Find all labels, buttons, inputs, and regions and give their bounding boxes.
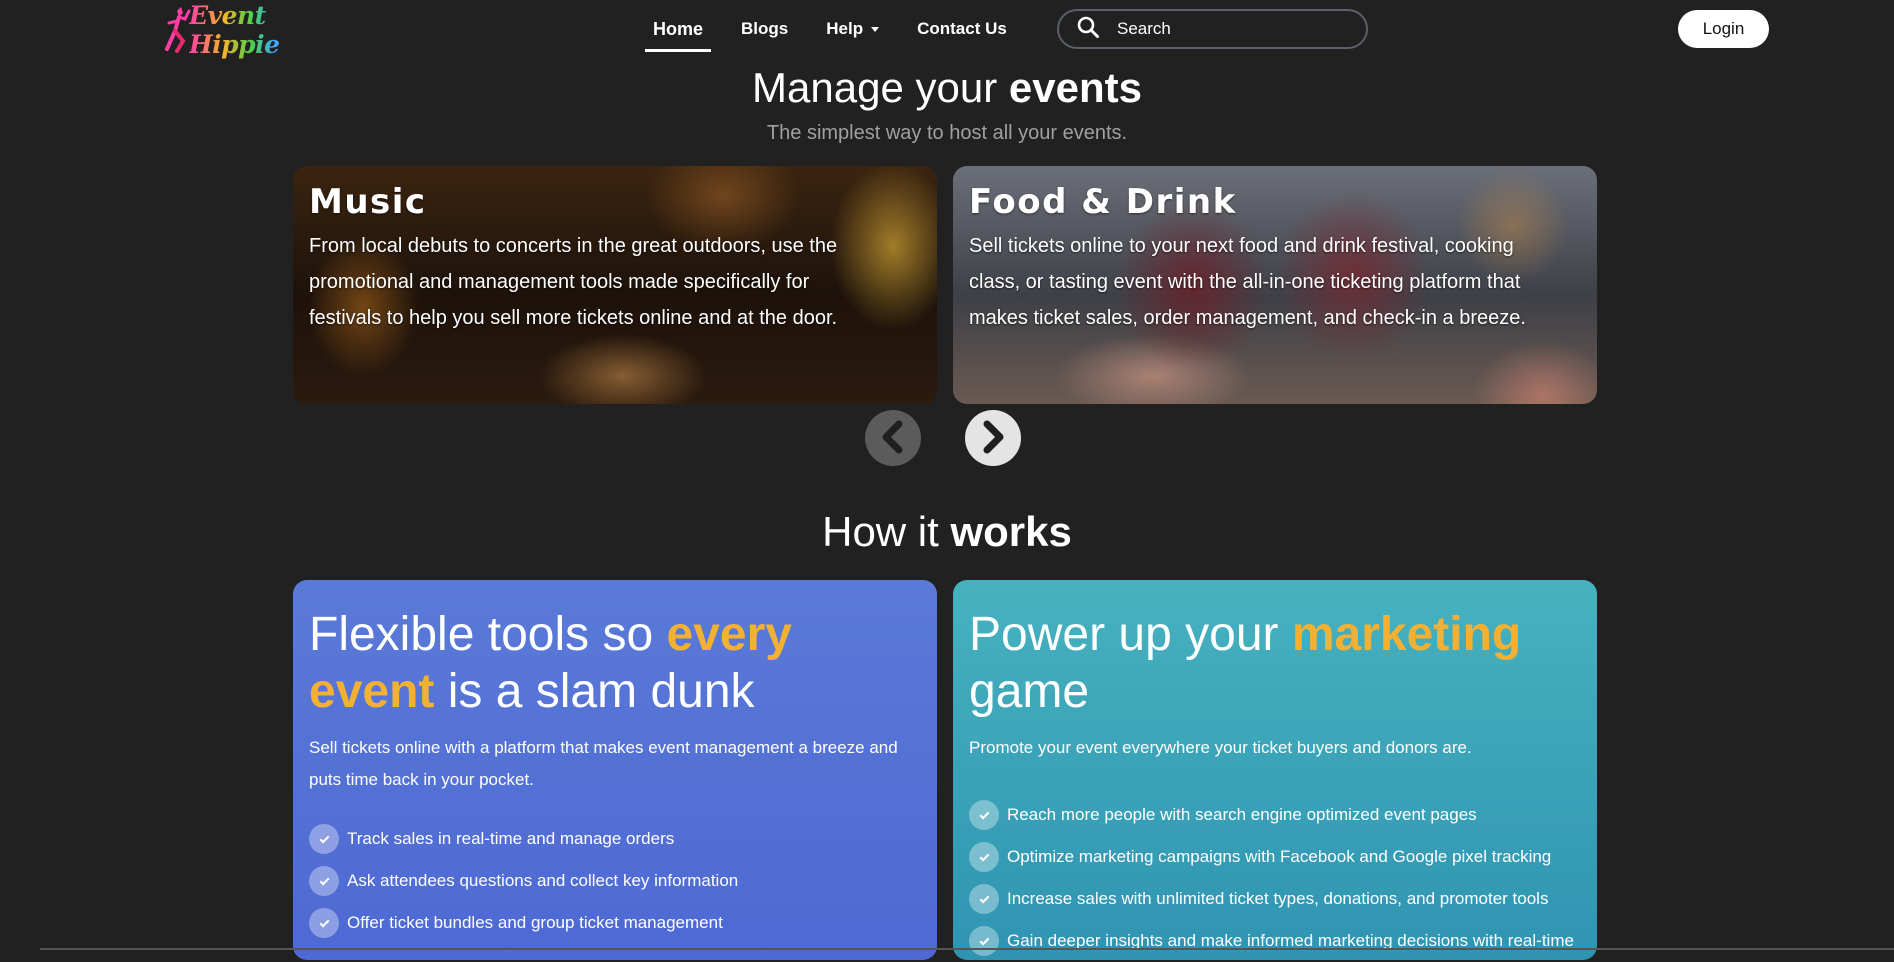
category-card-text: From local debuts to concerts in the gre… — [309, 235, 838, 329]
check-icon — [969, 800, 999, 830]
caret-down-icon — [871, 26, 880, 32]
check-icon — [309, 866, 339, 896]
nav-link-help[interactable]: Help — [818, 0, 887, 58]
how-it-works-title: How it works — [0, 508, 1894, 556]
brand-logo[interactable]: Event Hippie — [163, 1, 303, 59]
check-icon — [309, 908, 339, 938]
nav-link-contact[interactable]: Contact Us — [909, 0, 1015, 58]
check-icon — [969, 842, 999, 872]
feature-heading-pre: Power up your — [969, 608, 1292, 661]
feature-card-marketing: Power up your marketing game Promote you… — [953, 580, 1597, 960]
carousel-next-button[interactable] — [965, 410, 1021, 466]
feature-list-item: Track sales in real-time and manage orde… — [309, 818, 921, 860]
feature-list-item: Reach more people with search engine opt… — [969, 794, 1581, 836]
category-card-food-drink[interactable]: Food & Drink Sell tickets online to your… — [953, 166, 1597, 404]
check-icon — [309, 824, 339, 854]
top-navbar: Event Hippie Home Blogs Help Contact Us … — [0, 0, 1894, 59]
feature-heading-pre: Flexible tools so — [309, 608, 667, 661]
search-input[interactable] — [1117, 19, 1347, 39]
category-card-music[interactable]: Music From local debuts to concerts in t… — [293, 166, 937, 404]
brand-name: Event Hippie — [189, 1, 303, 59]
feature-list-item: Increase sales with unlimited ticket typ… — [969, 878, 1581, 920]
hero-title-prefix: Manage your — [752, 64, 998, 111]
feature-item-text: Track sales in real-time and manage orde… — [347, 829, 675, 848]
nav-link-help-label: Help — [826, 19, 864, 38]
check-icon — [969, 884, 999, 914]
feature-heading-highlight: marketing — [1291, 608, 1522, 661]
feature-heading-post: is a slam dunk — [434, 665, 755, 718]
feature-item-text: Ask attendees questions and collect key … — [347, 871, 739, 890]
feature-list: Reach more people with search engine opt… — [969, 794, 1581, 962]
feature-heading: Power up your marketing game — [969, 606, 1581, 720]
dancer-icon — [163, 5, 193, 55]
feature-item-text: Increase sales with unlimited ticket typ… — [1007, 889, 1549, 908]
feature-heading-post: game — [969, 665, 1090, 718]
nav-link-home[interactable]: Home — [645, 0, 712, 58]
chevron-right-icon — [978, 420, 1008, 457]
feature-list: Track sales in real-time and manage orde… — [309, 818, 921, 944]
hero-title: Manage your events — [0, 64, 1894, 112]
feature-item-text: Optimize marketing campaigns with Facebo… — [1007, 847, 1552, 866]
feature-item-text: Offer ticket bundles and group ticket ma… — [347, 913, 723, 932]
nav-link-blogs[interactable]: Blogs — [733, 0, 796, 58]
category-card-title: Music — [309, 182, 427, 222]
feature-item-text: Reach more people with search engine opt… — [1007, 805, 1477, 824]
feature-heading: Flexible tools so every event is a slam … — [309, 606, 921, 720]
feature-list-item: Offer ticket bundles and group ticket ma… — [309, 902, 921, 944]
chevron-left-icon — [878, 420, 908, 457]
hero-title-bold: events — [1008, 64, 1142, 111]
check-icon — [969, 926, 999, 956]
feature-card-flexible-tools: Flexible tools so every event is a slam … — [293, 580, 937, 960]
how-title-prefix: How it — [822, 508, 939, 555]
feature-description: Promote your event everywhere your ticke… — [969, 738, 1472, 757]
horizontal-scrollbar[interactable] — [40, 948, 1894, 950]
feature-list-item: Ask attendees questions and collect key … — [309, 860, 921, 902]
main-nav: Home Blogs Help Contact Us — [645, 0, 1015, 58]
how-title-bold: works — [950, 508, 1072, 555]
search-icon — [1077, 16, 1099, 43]
feature-list-item: Optimize marketing campaigns with Facebo… — [969, 836, 1581, 878]
feature-list-item: Gain deeper insights and make informed m… — [969, 920, 1581, 962]
carousel-prev-button[interactable] — [865, 410, 921, 466]
feature-description: Sell tickets online with a platform that… — [309, 738, 898, 789]
login-button[interactable]: Login — [1678, 10, 1769, 48]
category-card-text: Sell tickets online to your next food an… — [969, 235, 1526, 329]
category-card-title: Food & Drink — [969, 182, 1237, 222]
search-box[interactable] — [1057, 9, 1368, 49]
hero-subtitle: The simplest way to host all your events… — [766, 122, 1128, 144]
